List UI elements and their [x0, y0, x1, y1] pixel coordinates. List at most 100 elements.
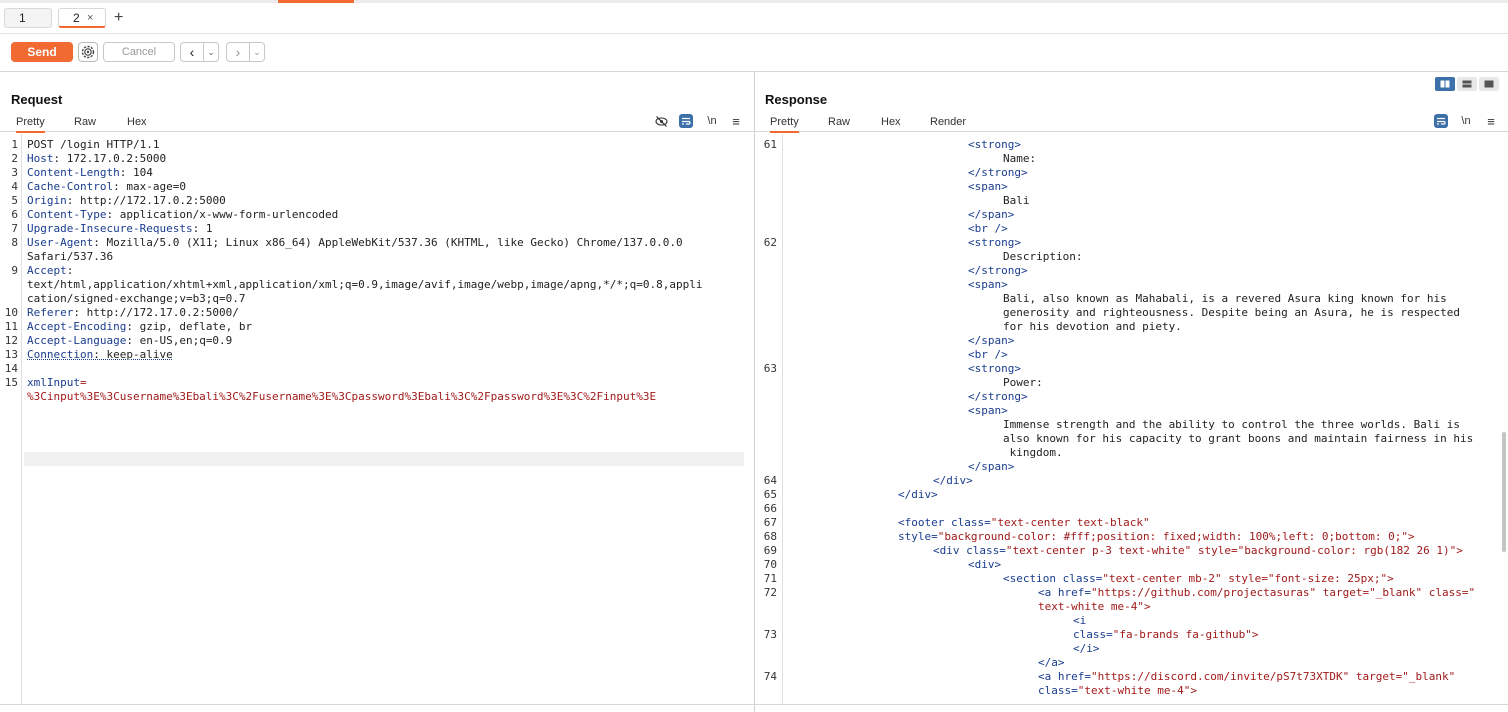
attr-value: "text-white me-4"> — [1077, 684, 1197, 697]
html-tag: <div> — [968, 558, 1002, 571]
line-content: text/html,application/xhtml+xml,applicat… — [27, 278, 703, 292]
code-line: <i — [755, 614, 1508, 628]
wrap-lines-button[interactable] — [679, 114, 693, 128]
line-content: </a> — [1038, 656, 1065, 670]
line-content: kingdom. — [1003, 446, 1063, 460]
tab-pretty[interactable]: Pretty — [770, 116, 799, 133]
code-line: </span> — [755, 208, 1508, 222]
line-number: 72 — [763, 586, 777, 599]
tab-hex[interactable]: Hex — [881, 116, 901, 128]
code-line: for his devotion and piety. — [755, 320, 1508, 334]
line-content: generosity and righteousness. Despite be… — [1003, 306, 1460, 320]
layout-stacked-button[interactable] — [1457, 77, 1477, 91]
line-content: <a href="https://discord.com/invite/pS7t… — [1038, 670, 1455, 684]
attr-value: "fa-brands fa-github"> — [1112, 628, 1259, 641]
line-number: 6 — [11, 208, 18, 221]
html-tag: </span> — [968, 208, 1015, 221]
line-content: <br /> — [968, 222, 1008, 236]
html-tag: <span> — [968, 278, 1008, 291]
code-line: kingdom. — [755, 446, 1508, 460]
line-number: 15 — [4, 376, 18, 389]
attr-value: "https://discord.com/invite/pS7t73XTDK" … — [1091, 670, 1456, 683]
wrap-lines-button[interactable] — [1434, 114, 1448, 128]
line-content: <footer class="text-center text-black" — [898, 516, 1150, 530]
back-dropdown[interactable]: ⌄ — [204, 43, 218, 61]
response-pane: Response Pretty Raw Hex Render \n ≡ 61 <s… — [755, 72, 1508, 712]
line-content: </div> — [898, 488, 938, 502]
code-line: 7 Upgrade-Insecure-Requests: 1 — [0, 222, 754, 236]
forward-dropdown[interactable]: ⌄ — [250, 43, 264, 61]
line-number: 71 — [763, 572, 777, 585]
request-editor[interactable]: 1 POST /login HTTP/1.1 2 Host: 172.17.0.2:5… — [0, 134, 754, 704]
line-content: Bali — [1003, 194, 1030, 208]
settings-button[interactable] — [78, 42, 98, 62]
response-editor[interactable]: 61 <strong> Name: </strong> <span> Bali </span… — [755, 134, 1508, 704]
code-line: 68 style="background-color: #fff;position… — [755, 530, 1508, 544]
line-number: 13 — [4, 348, 18, 361]
code-line: 61 <strong> — [755, 138, 1508, 152]
code-line: 72 <a href="https://github.com/projectasu… — [755, 586, 1508, 600]
code-line: <br /> — [755, 222, 1508, 236]
tab-raw[interactable]: Raw — [828, 116, 850, 128]
header-value: : 104 — [119, 166, 153, 179]
add-tab-icon[interactable]: + — [114, 9, 123, 27]
line-content: POST /login HTTP/1.1 — [27, 138, 159, 152]
code-line: </strong> — [755, 166, 1508, 180]
back-button[interactable]: ‹ — [181, 43, 204, 61]
code-line: 70 <div> — [755, 558, 1508, 572]
tab-hex[interactable]: Hex — [127, 116, 147, 128]
header-value: : en-US,en;q=0.9 — [126, 334, 233, 347]
text-node: Bali — [1003, 194, 1030, 207]
tab-1[interactable]: 1 — [4, 8, 52, 28]
line-content: <span> — [968, 404, 1008, 418]
line-number: 74 — [763, 670, 777, 683]
menu-icon[interactable]: ≡ — [729, 114, 743, 129]
close-icon[interactable]: × — [87, 12, 93, 24]
tab-raw[interactable]: Raw — [74, 116, 96, 128]
attr-name: href= — [1057, 586, 1091, 599]
tab-pretty[interactable]: Pretty — [16, 116, 45, 133]
menu-icon[interactable]: ≡ — [1484, 114, 1498, 129]
tab-render[interactable]: Render — [930, 116, 966, 128]
header-name: Accept — [27, 264, 67, 277]
body-text: %3Cinput%3E%3Cusername%3Ebali%3C%2Fusern… — [27, 390, 657, 403]
active-tool-indicator — [278, 0, 354, 3]
line-content: class="text-white me-4"> — [1038, 684, 1197, 698]
code-line: 12 Accept-Language: en-US,en;q=0.9 — [0, 334, 754, 348]
line-content: <section class="text-center mb-2" style=… — [1003, 572, 1394, 586]
show-newlines-button[interactable]: \n — [1459, 114, 1473, 128]
attr-value: "background-color: #fff;position: fixed;… — [937, 530, 1415, 543]
code-line: 2 Host: 172.17.0.2:5000 — [0, 152, 754, 166]
send-button[interactable]: Send — [11, 42, 73, 62]
code-line: 11 Accept-Encoding: gzip, deflate, br — [0, 320, 754, 334]
text-node: also known for his capacity to grant boo… — [1003, 432, 1474, 445]
line-content: <br /> — [968, 348, 1008, 362]
line-number: 5 — [11, 194, 18, 207]
cancel-button[interactable]: Cancel — [103, 42, 175, 62]
hide-nonprintable-button[interactable] — [654, 114, 668, 128]
line-content: </strong> — [968, 166, 1028, 180]
line-number: 64 — [763, 474, 777, 487]
response-view-tabs: Pretty Raw Hex Render — [755, 114, 1508, 133]
chevron-down-icon: ⌄ — [253, 46, 261, 57]
header-value: Safari/537.36 — [27, 250, 114, 263]
tab-2[interactable]: 2 × — [58, 8, 106, 28]
vertical-scrollbar[interactable] — [1502, 432, 1506, 552]
eye-slash-icon — [654, 115, 668, 127]
layout-tabs-button[interactable] — [1479, 77, 1499, 91]
single-pane-icon — [1484, 80, 1494, 88]
header-value: : http://172.17.0.2:5000/ — [73, 306, 239, 319]
layout-side-by-side-button[interactable] — [1435, 77, 1455, 91]
code-line: <span> — [755, 180, 1508, 194]
attr-value: "text-center p-3 text-white" style="back… — [1005, 544, 1463, 557]
forward-button[interactable]: › — [227, 43, 250, 61]
show-newlines-button[interactable]: \n — [705, 114, 719, 128]
line-number: 63 — [763, 362, 777, 375]
line-content: cation/signed-exchange;v=b3;q=0.7 — [27, 292, 246, 306]
line-content: <strong> — [968, 362, 1021, 376]
code-line: 15 xmlInput= — [0, 376, 754, 390]
line-content: Host: 172.17.0.2:5000 — [27, 152, 166, 166]
attr-value: "text-center text-black" — [990, 516, 1150, 529]
code-line: also known for his capacity to grant boo… — [755, 432, 1508, 446]
html-tag: </div> — [933, 474, 973, 487]
